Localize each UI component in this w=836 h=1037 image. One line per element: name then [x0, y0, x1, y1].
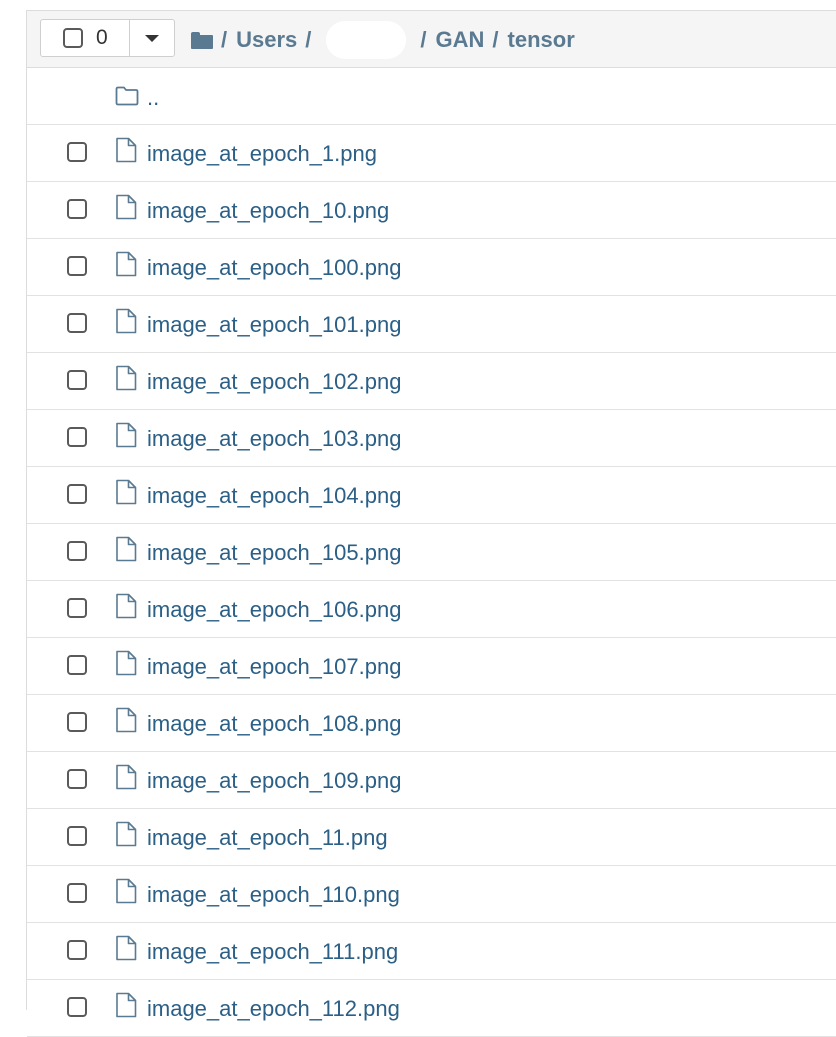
file-icon [116, 365, 137, 391]
file-row[interactable]: image_at_epoch_107.png [27, 638, 836, 695]
row-checkbox[interactable] [67, 826, 87, 846]
file-row[interactable]: image_at_epoch_109.png [27, 752, 836, 809]
select-all-control: 0 [40, 19, 175, 57]
file-browser-header: 0 / Users / / GAN / tensor [27, 11, 836, 68]
file-icon [116, 137, 137, 163]
row-checkbox[interactable] [67, 598, 87, 618]
file-row[interactable]: image_at_epoch_112.png [27, 980, 836, 1037]
file-icon [116, 935, 137, 961]
row-checkbox[interactable] [67, 199, 87, 219]
selected-count: 0 [96, 26, 108, 49]
file-name-link[interactable]: image_at_epoch_101.png [147, 296, 401, 353]
select-all-checkbox[interactable] [63, 28, 83, 48]
file-icon [116, 764, 137, 790]
file-icon [116, 251, 137, 277]
file-row[interactable]: image_at_epoch_102.png [27, 353, 836, 410]
file-name-link[interactable]: image_at_epoch_112.png [147, 980, 400, 1037]
file-icon [116, 536, 137, 562]
file-icon [116, 308, 137, 334]
row-checkbox[interactable] [67, 712, 87, 732]
file-name-link[interactable]: image_at_epoch_10.png [147, 182, 389, 239]
parent-directory-row[interactable]: .. [27, 68, 836, 125]
file-icon [116, 593, 137, 619]
file-name-link[interactable]: image_at_epoch_11.png [147, 809, 388, 866]
file-name-link[interactable]: image_at_epoch_103.png [147, 410, 401, 467]
row-checkbox[interactable] [67, 256, 87, 276]
file-row[interactable]: image_at_epoch_100.png [27, 239, 836, 296]
row-checkbox[interactable] [67, 484, 87, 504]
file-name-link[interactable]: image_at_epoch_107.png [147, 638, 401, 695]
file-row[interactable]: image_at_epoch_110.png [27, 866, 836, 923]
select-all-button[interactable]: 0 [41, 20, 130, 56]
breadcrumb-separator: / [305, 26, 312, 52]
breadcrumb-tensor[interactable]: tensor [508, 27, 575, 53]
file-icon [116, 992, 137, 1018]
row-checkbox[interactable] [67, 655, 87, 675]
file-icon [116, 650, 137, 676]
file-row[interactable]: image_at_epoch_103.png [27, 410, 836, 467]
row-checkbox[interactable] [67, 940, 87, 960]
row-checkbox[interactable] [67, 313, 87, 333]
folder-icon[interactable] [191, 32, 213, 49]
caret-down-icon [145, 34, 159, 42]
row-checkbox[interactable] [67, 142, 87, 162]
file-name-link[interactable]: image_at_epoch_109.png [147, 752, 401, 809]
file-browser: 0 / Users / / GAN / tensor .. image_at_e… [26, 10, 836, 1037]
file-row[interactable]: image_at_epoch_104.png [27, 467, 836, 524]
file-name-link[interactable]: image_at_epoch_104.png [147, 467, 401, 524]
breadcrumb: / Users / / GAN / tensor [191, 11, 575, 68]
file-name-link[interactable]: image_at_epoch_110.png [147, 866, 400, 923]
file-row[interactable]: image_at_epoch_108.png [27, 695, 836, 752]
file-name-link[interactable]: image_at_epoch_102.png [147, 353, 401, 410]
row-checkbox[interactable] [67, 427, 87, 447]
file-row[interactable]: image_at_epoch_111.png [27, 923, 836, 980]
breadcrumb-users[interactable]: Users [236, 27, 297, 53]
breadcrumb-gan[interactable]: GAN [436, 27, 485, 53]
breadcrumb-separator: / [492, 26, 499, 52]
file-row[interactable]: image_at_epoch_1.png [27, 125, 836, 182]
file-row[interactable]: image_at_epoch_11.png [27, 809, 836, 866]
breadcrumb-separator: / [420, 26, 427, 52]
file-row[interactable]: image_at_epoch_10.png [27, 182, 836, 239]
select-menu-dropdown[interactable] [130, 20, 174, 56]
row-checkbox[interactable] [67, 370, 87, 390]
file-name-link[interactable]: image_at_epoch_100.png [147, 239, 401, 296]
file-icon [116, 422, 137, 448]
file-icon [116, 707, 137, 733]
file-row[interactable]: image_at_epoch_106.png [27, 581, 836, 638]
row-checkbox[interactable] [67, 997, 87, 1017]
file-name-link[interactable]: image_at_epoch_108.png [147, 695, 401, 752]
file-icon [116, 821, 137, 847]
file-name-link[interactable]: image_at_epoch_106.png [147, 581, 401, 638]
file-icon [116, 194, 137, 220]
file-name-link[interactable]: image_at_epoch_105.png [147, 524, 401, 581]
redacted-breadcrumb-segment [326, 20, 407, 59]
file-name-link[interactable]: image_at_epoch_111.png [147, 923, 398, 980]
row-checkbox[interactable] [67, 769, 87, 789]
row-checkbox[interactable] [67, 541, 87, 561]
file-row[interactable]: image_at_epoch_101.png [27, 296, 836, 353]
file-row[interactable]: image_at_epoch_105.png [27, 524, 836, 581]
row-checkbox[interactable] [67, 883, 87, 903]
folder-outline-icon [115, 86, 139, 106]
breadcrumb-separator: / [221, 26, 228, 52]
file-icon [116, 878, 137, 904]
file-icon [116, 479, 137, 505]
file-name-link[interactable]: image_at_epoch_1.png [147, 125, 377, 182]
parent-directory-link[interactable]: .. [147, 68, 159, 125]
